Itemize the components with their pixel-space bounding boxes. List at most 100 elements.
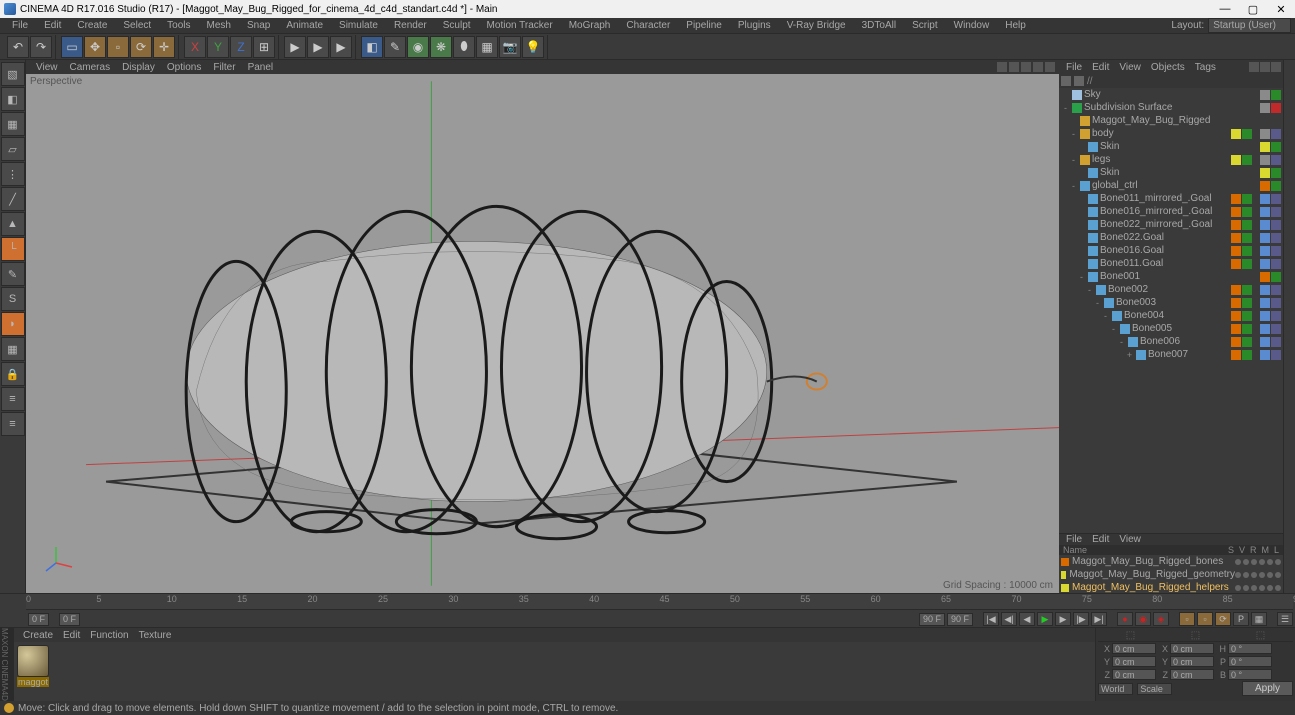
menu-sculpt[interactable]: Sculpt — [435, 20, 479, 31]
move-tool[interactable]: ✥ — [84, 36, 106, 58]
undo-button[interactable]: ↶ — [7, 36, 29, 58]
tree-item[interactable]: Bone011.Goal — [1059, 257, 1283, 270]
vp-menu-display[interactable]: Display — [116, 62, 161, 73]
material-item[interactable]: maggot — [17, 645, 49, 687]
z-axis-lock[interactable]: Z — [230, 36, 252, 58]
camera-button[interactable]: 📷 — [499, 36, 521, 58]
edge-mode-tool[interactable]: ╱ — [1, 187, 25, 211]
param-key-button[interactable]: P — [1233, 612, 1249, 626]
tweak-tool[interactable]: ✎ — [1, 262, 25, 286]
tree-item[interactable]: -Bone003 — [1059, 296, 1283, 309]
make-editable-tool[interactable]: ▧ — [1, 62, 25, 86]
menu-help[interactable]: Help — [997, 20, 1034, 31]
mat-menu-function[interactable]: Function — [85, 630, 133, 641]
menu-v-ray bridge[interactable]: V-Ray Bridge — [779, 20, 854, 31]
timeline-opts-button[interactable]: ☰ — [1277, 612, 1293, 626]
menu-script[interactable]: Script — [904, 20, 946, 31]
live-select-tool[interactable]: ▭ — [61, 36, 83, 58]
record-button[interactable]: ● — [1117, 612, 1133, 626]
tl-cur-field[interactable]: 90 F — [919, 613, 945, 626]
render-pv-button[interactable]: ▶ — [307, 36, 329, 58]
vp-menu-options[interactable]: Options — [161, 62, 207, 73]
subdiv-button[interactable]: ◉ — [407, 36, 429, 58]
tree-item[interactable]: +Bone007 — [1059, 348, 1283, 361]
tree-item[interactable]: Sky — [1059, 88, 1283, 101]
apply-button[interactable]: Apply — [1242, 681, 1293, 696]
size-y-field[interactable]: 0 cm — [1170, 656, 1214, 667]
rotate-tool[interactable]: ⟳ — [130, 36, 152, 58]
redo-button[interactable]: ↷ — [30, 36, 52, 58]
menu-snap[interactable]: Snap — [239, 20, 278, 31]
pos-key-button[interactable]: ▫ — [1179, 612, 1195, 626]
tree-item[interactable]: -Subdivision Surface — [1059, 101, 1283, 114]
obj-menu-edit[interactable]: Edit — [1087, 62, 1114, 73]
coord-scale-dropdown[interactable]: Scale — [1137, 683, 1172, 695]
vp-menu-filter[interactable]: Filter — [207, 62, 241, 73]
pla-key-button[interactable]: ▦ — [1251, 612, 1267, 626]
mat-menu-texture[interactable]: Texture — [134, 630, 177, 641]
tl-end-field[interactable]: 90 F — [947, 613, 973, 626]
polygon-mode-tool[interactable]: ▲ — [1, 212, 25, 236]
tree-item[interactable]: -body — [1059, 127, 1283, 140]
tree-item[interactable]: Bone016_mirrored_.Goal — [1059, 205, 1283, 218]
menu-file[interactable]: File — [4, 20, 36, 31]
tree-item[interactable]: -Bone005 — [1059, 322, 1283, 335]
tl-min-field[interactable]: 0 F — [59, 613, 80, 626]
tree-item[interactable]: Bone016.Goal — [1059, 244, 1283, 257]
y-axis-lock[interactable]: Y — [207, 36, 229, 58]
layer-row[interactable]: Maggot_May_Bug_Rigged_geometry — [1059, 568, 1283, 581]
vp-menu-panel[interactable]: Panel — [242, 62, 280, 73]
coord-world-dropdown[interactable]: World — [1098, 683, 1133, 695]
recent-tool[interactable]: ✛ — [153, 36, 175, 58]
array-button[interactable]: ❋ — [430, 36, 452, 58]
tree-item[interactable]: Skin — [1059, 166, 1283, 179]
goto-start-button[interactable]: |◀ — [983, 612, 999, 626]
cube-primitive[interactable]: ◧ — [361, 36, 383, 58]
scale-key-button[interactable]: ▫ — [1197, 612, 1213, 626]
next-frame-button[interactable]: ▶ — [1055, 612, 1071, 626]
x-axis-lock[interactable]: X — [184, 36, 206, 58]
snap-tool[interactable]: S — [1, 287, 25, 311]
menu-motion tracker[interactable]: Motion Tracker — [479, 20, 561, 31]
menu-select[interactable]: Select — [115, 20, 159, 31]
minimize-button[interactable]: — — [1211, 0, 1239, 18]
menu-mesh[interactable]: Mesh — [199, 20, 239, 31]
search-icon[interactable] — [1249, 62, 1259, 72]
tree-item[interactable]: -Bone002 — [1059, 283, 1283, 296]
object-tree[interactable]: Sky-Subdivision SurfaceMaggot_May_Bug_Ri… — [1059, 88, 1283, 533]
keyframe-button[interactable]: ◈ — [1153, 612, 1169, 626]
menu-mograph[interactable]: MoGraph — [561, 20, 619, 31]
scale-tool[interactable]: ▫ — [107, 36, 129, 58]
vp-nav-icon[interactable] — [1009, 62, 1019, 72]
size-x-field[interactable]: 0 cm — [1170, 643, 1214, 654]
tree-item[interactable]: Bone022_mirrored_.Goal — [1059, 218, 1283, 231]
obj-menu-objects[interactable]: Objects — [1146, 62, 1190, 73]
point-mode-tool[interactable]: ⋮ — [1, 162, 25, 186]
goto-end-button[interactable]: ▶| — [1091, 612, 1107, 626]
rot-b-field[interactable]: 0 ° — [1228, 669, 1272, 680]
obj-menu-tags[interactable]: Tags — [1190, 62, 1221, 73]
light-button[interactable]: 💡 — [522, 36, 544, 58]
script-tool[interactable]: ≡ — [1, 387, 25, 411]
panel-opts-icon[interactable] — [1271, 62, 1281, 72]
menu-animate[interactable]: Animate — [278, 20, 331, 31]
rot-key-button[interactable]: ⟳ — [1215, 612, 1231, 626]
soft-select-tool[interactable]: ◗ — [1, 312, 25, 336]
menu-pipeline[interactable]: Pipeline — [678, 20, 730, 31]
vp-nav-icon[interactable] — [997, 62, 1007, 72]
menu-render[interactable]: Render — [386, 20, 435, 31]
prev-frame-button[interactable]: ◀ — [1019, 612, 1035, 626]
eye-icon[interactable] — [1260, 62, 1270, 72]
obj-menu-view[interactable]: View — [1114, 62, 1146, 73]
autokey-button[interactable]: ◉ — [1135, 612, 1151, 626]
prev-key-button[interactable]: ◀| — [1001, 612, 1017, 626]
tree-item[interactable]: -Bone006 — [1059, 335, 1283, 348]
layer-row[interactable]: Maggot_May_Bug_Rigged_bones — [1059, 555, 1283, 568]
tree-item[interactable]: Bone022.Goal — [1059, 231, 1283, 244]
lock-tool[interactable]: 🔒 — [1, 362, 25, 386]
play-button[interactable]: ▶ — [1037, 612, 1053, 626]
script-tool-2[interactable]: ≡ — [1, 412, 25, 436]
mat-menu-edit[interactable]: Edit — [58, 630, 85, 641]
menu-plugins[interactable]: Plugins — [730, 20, 779, 31]
obj-menu-file[interactable]: File — [1061, 62, 1087, 73]
